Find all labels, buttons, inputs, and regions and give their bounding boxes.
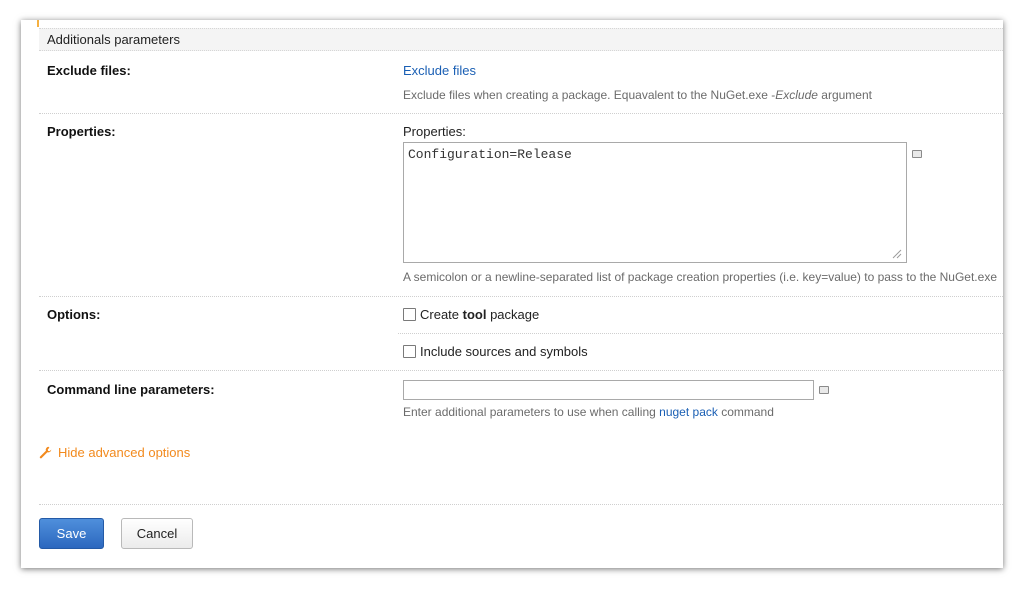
create-tool-package-checkbox[interactable]	[403, 308, 416, 321]
accent-marker	[37, 20, 39, 27]
hide-advanced-options-label: Hide advanced options	[58, 445, 191, 460]
cmdline-help-prefix: Enter additional parameters to use when …	[403, 405, 660, 419]
cmdline-help-suffix: command	[717, 405, 774, 419]
properties-label: Properties:	[47, 124, 116, 139]
divider	[39, 504, 1003, 505]
exclude-files-link[interactable]: Exclude files	[403, 63, 476, 78]
properties-caption: Properties:	[403, 124, 466, 139]
nuget-pack-link[interactable]: nuget pack	[659, 405, 718, 419]
divider	[39, 113, 1003, 114]
resize-grip-icon[interactable]	[890, 247, 902, 259]
hide-advanced-options-link[interactable]: Hide advanced options	[39, 445, 190, 460]
properties-help: A semicolon or a newline-separated list …	[403, 270, 997, 284]
options-label: Options:	[47, 307, 101, 322]
command-line-input[interactable]	[403, 380, 814, 400]
tool-label-bold: tool	[462, 307, 487, 322]
expand-editor-icon[interactable]	[819, 386, 829, 394]
tool-label-suffix: package	[486, 307, 540, 322]
include-symbols-label: Include sources and symbols	[420, 344, 588, 359]
section-title: Additionals parameters	[47, 32, 180, 47]
divider	[39, 370, 1003, 371]
include-symbols-checkbox[interactable]	[403, 345, 416, 358]
wrench-icon	[39, 446, 52, 459]
section-header: Additionals parameters	[39, 28, 1003, 51]
create-tool-package-label: Create tool package	[420, 307, 539, 322]
expand-editor-icon[interactable]	[912, 150, 922, 158]
settings-panel: Additionals parameters Exclude files: Ex…	[21, 20, 1003, 568]
exclude-help-emphasis: Exclude	[775, 88, 818, 102]
cancel-button[interactable]: Cancel	[121, 518, 193, 549]
tool-label-prefix: Create	[420, 307, 463, 322]
exclude-help-text: Exclude files when creating a package. E…	[403, 88, 776, 102]
divider	[398, 333, 1003, 334]
command-line-label: Command line parameters:	[47, 382, 215, 397]
properties-textarea[interactable]: Configuration=Release	[403, 142, 907, 263]
divider	[39, 296, 1003, 297]
command-line-help: Enter additional parameters to use when …	[403, 405, 774, 419]
exclude-files-help: Exclude files when creating a package. E…	[403, 88, 872, 102]
save-button[interactable]: Save	[39, 518, 104, 549]
exclude-help-suffix: argument	[817, 88, 872, 102]
exclude-files-label: Exclude files:	[47, 63, 131, 78]
create-tool-package-option[interactable]: Create tool package	[403, 307, 539, 322]
include-symbols-option[interactable]: Include sources and symbols	[403, 344, 588, 359]
